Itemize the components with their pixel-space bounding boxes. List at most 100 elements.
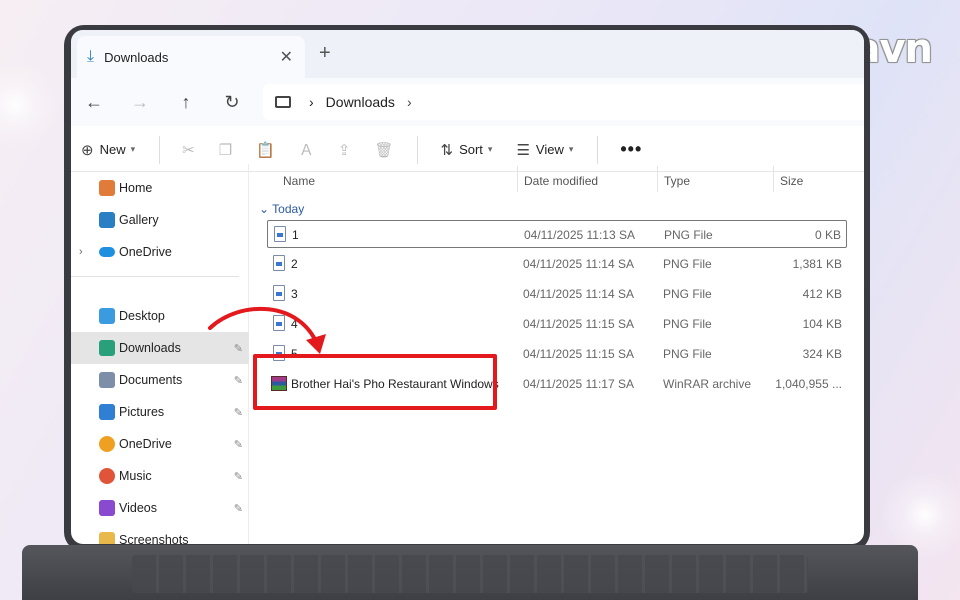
png-file-icon — [273, 345, 285, 361]
sidebar-item-label: OneDrive — [119, 245, 172, 259]
title-bar: ⤓ Downloads ✕ + — [71, 30, 864, 78]
file-name: 5 — [291, 347, 298, 361]
column-divider — [517, 166, 518, 192]
this-pc-icon — [275, 96, 291, 108]
chevron-down-icon: ▾ — [568, 144, 574, 154]
sidebar-item-label: Pictures — [119, 405, 165, 419]
file-date: 04/11/2025 11:17 SA — [523, 377, 634, 391]
sparkle-decoration — [0, 60, 60, 150]
back-button[interactable]: ← — [71, 92, 117, 113]
gallery-icon — [99, 212, 115, 228]
tab-title: Downloads — [104, 49, 169, 65]
file-name: 1 — [292, 228, 299, 242]
column-divider — [773, 166, 774, 192]
breadcrumb-sep: › — [309, 94, 314, 110]
file-size: 104 KB — [802, 317, 842, 331]
keyboard-keys — [132, 555, 808, 593]
divider — [597, 135, 599, 164]
file-row[interactable]: 1 04/11/2025 11:13 SA PNG File 0 KB — [267, 220, 847, 248]
cut-button[interactable]: ✂ — [182, 141, 195, 159]
pin-icon[interactable]: ✎ — [234, 470, 243, 483]
sidebar-item-onedrive[interactable]: › OneDrive — [71, 236, 249, 268]
rename-button[interactable]: Ａ — [299, 139, 314, 160]
delete-button[interactable]: 🗑 — [374, 141, 393, 159]
sidebar-item-music[interactable]: Music ✎ — [71, 460, 249, 492]
sidebar-item-label: Downloads — [119, 341, 181, 355]
file-size: 412 KB — [802, 287, 842, 301]
sidebar-item-pictures[interactable]: Pictures ✎ — [71, 396, 249, 428]
sidebar-item-desktop[interactable]: Desktop — [71, 300, 249, 332]
copy-button[interactable]: ❐ — [219, 141, 232, 159]
sidebar-item-label: Screenshots — [119, 533, 189, 544]
new-tab-button[interactable]: + — [319, 42, 331, 65]
sidebar-item-documents[interactable]: Documents ✎ — [71, 364, 249, 396]
file-row[interactable]: 4 04/11/2025 11:15 SA PNG File 104 KB — [267, 310, 847, 338]
download-icon — [99, 340, 115, 356]
address-bar[interactable]: › Downloads › — [263, 84, 864, 120]
file-row[interactable]: 5 04/11/2025 11:15 SA PNG File 324 KB — [267, 340, 847, 368]
paste-button[interactable]: 📋 — [256, 141, 275, 159]
breadcrumb-sep: › — [406, 94, 412, 110]
tab-downloads[interactable]: ⤓ Downloads ✕ — [77, 36, 305, 78]
copy-icon: ❐ — [218, 141, 233, 159]
sidebar-item-gallery[interactable]: Gallery — [71, 204, 249, 236]
documents-icon — [99, 372, 115, 388]
column-header-size[interactable]: Size — [780, 174, 803, 188]
sidebar-item-videos[interactable]: Videos ✎ — [71, 492, 249, 524]
pin-icon[interactable]: ✎ — [234, 374, 243, 387]
share-icon: ⇪ — [337, 141, 351, 159]
pin-icon[interactable]: ✎ — [234, 406, 243, 419]
file-date: 04/11/2025 11:13 SA — [524, 228, 635, 242]
sidebar-item-onedrive-2[interactable]: OneDrive ✎ — [71, 428, 249, 460]
videos-icon — [99, 500, 115, 516]
column-header-type[interactable]: Type — [664, 174, 690, 188]
sidebar-item-screenshots[interactable]: Screenshots — [71, 524, 249, 544]
group-header-today[interactable]: ⌄ Today — [259, 202, 304, 216]
file-name: 4 — [291, 317, 298, 331]
sort-button[interactable]: ⇅ Sort ▾ — [440, 141, 492, 159]
pin-icon[interactable]: ✎ — [234, 438, 243, 451]
refresh-button[interactable]: ↻ — [209, 92, 255, 113]
column-header-date[interactable]: Date modified — [524, 174, 598, 188]
more-options-button[interactable]: ••• — [620, 139, 642, 160]
sidebar-item-label: Home — [119, 181, 153, 195]
file-name: Brother Hai's Pho Restaurant Windows — [291, 377, 499, 391]
pin-icon[interactable]: ✎ — [234, 342, 243, 355]
desktop-icon — [99, 308, 115, 324]
breadcrumb-downloads[interactable]: Downloads — [326, 94, 395, 110]
forward-button[interactable]: → — [117, 92, 163, 113]
file-type: PNG File — [663, 257, 712, 271]
up-button[interactable]: ↑ — [163, 92, 209, 113]
sidebar-item-label: Music — [119, 469, 152, 483]
file-date: 04/11/2025 11:14 SA — [523, 257, 634, 271]
view-icon: ☰ — [516, 141, 530, 159]
close-tab-icon[interactable]: ✕ — [280, 47, 293, 67]
column-header-name[interactable]: Name — [283, 174, 315, 188]
png-file-icon — [273, 255, 285, 271]
chevron-down-icon: ▾ — [487, 144, 493, 154]
share-button[interactable]: ⇪ — [338, 141, 351, 159]
new-button[interactable]: ⊕ New ▾ — [81, 141, 135, 159]
file-size: 1,381 KB — [792, 257, 842, 271]
file-date: 04/11/2025 11:14 SA — [523, 287, 634, 301]
onedrive-icon — [99, 247, 115, 257]
file-size: 324 KB — [802, 347, 842, 361]
delete-icon: 🗑 — [374, 141, 394, 159]
view-button[interactable]: ☰ View ▾ — [516, 141, 573, 159]
pin-icon[interactable]: ✎ — [234, 502, 243, 515]
winrar-archive-icon — [271, 376, 287, 391]
sidebar-item-label: Gallery — [119, 213, 159, 227]
file-type: PNG File — [663, 347, 712, 361]
sidebar-item-home[interactable]: Home — [71, 172, 249, 204]
divider — [159, 135, 161, 164]
cut-icon: ✂ — [182, 141, 195, 159]
chevron-right-icon[interactable]: › — [79, 246, 83, 258]
sidebar-item-downloads[interactable]: Downloads ✎ — [71, 332, 249, 364]
file-row[interactable]: 3 04/11/2025 11:14 SA PNG File 412 KB — [267, 280, 847, 308]
png-file-icon — [273, 315, 285, 331]
file-row[interactable]: 2 04/11/2025 11:14 SA PNG File 1,381 KB — [267, 250, 847, 278]
sidebar-item-label: Desktop — [119, 309, 165, 323]
file-type: WinRAR archive — [663, 377, 752, 391]
file-row[interactable]: Brother Hai's Pho Restaurant Windows 04/… — [267, 370, 847, 398]
download-icon: ⤓ — [87, 48, 95, 65]
